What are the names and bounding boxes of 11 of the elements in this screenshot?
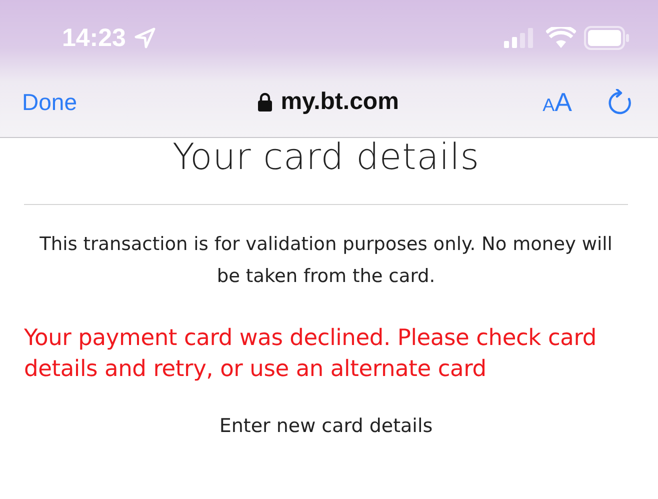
battery-icon [584,26,630,50]
new-card-link[interactable]: Enter new card details [219,415,433,437]
info-text: This transaction is for validation purposes only. No money will be taken from the card. [38,233,614,289]
lock-icon [256,92,273,112]
location-arrow-icon [134,27,156,49]
page-title: Your card details [171,136,481,180]
wifi-icon [546,27,576,49]
reload-icon[interactable] [608,89,632,115]
status-time: 14:23 [62,24,126,52]
url-text[interactable]: my.bt.com [280,88,399,116]
error-message: Your payment card was declined. Please check card details and retry, or use an alternate card [24,324,598,384]
